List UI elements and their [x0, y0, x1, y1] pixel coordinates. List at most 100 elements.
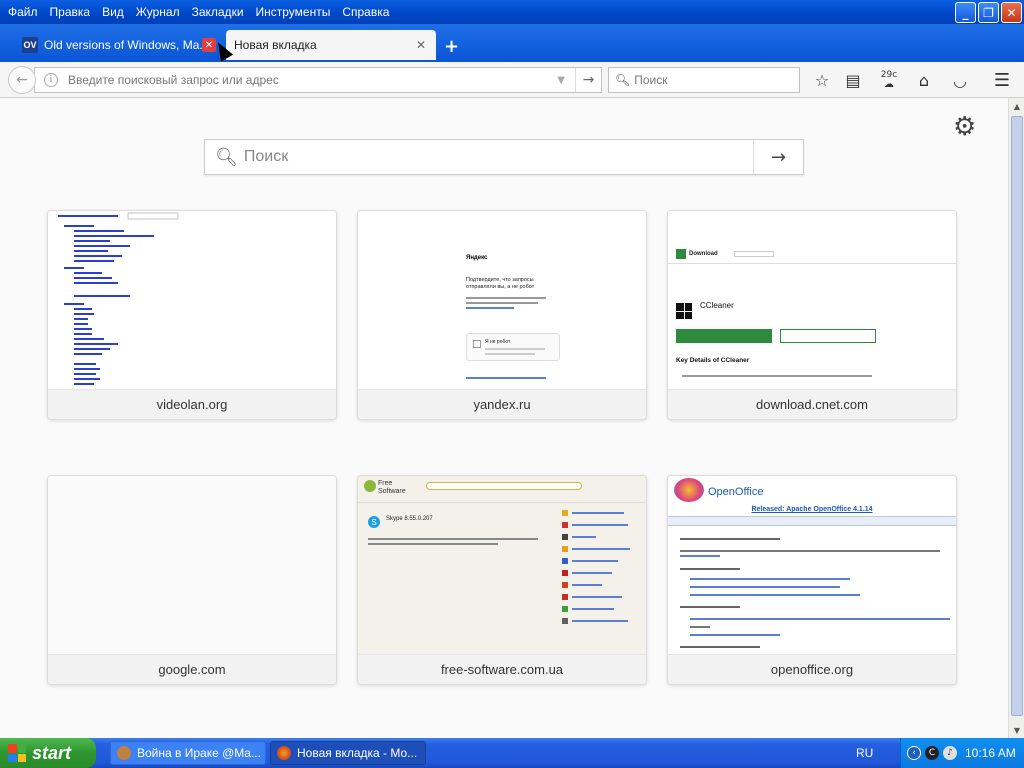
oldversion-favicon-icon: OV	[22, 37, 38, 53]
tile-thumbnail: Free Software S Skype 8.55.0.207	[358, 476, 646, 654]
url-input[interactable]	[68, 73, 548, 87]
go-arrow-icon[interactable]: →	[575, 68, 601, 92]
openoffice-headline: Released: Apache OpenOffice 4.1.14	[751, 506, 873, 513]
scrollbar-thumb[interactable]	[1011, 116, 1023, 716]
taskbar-item-iraq-war[interactable]: Война в Ираке @Ma...	[110, 741, 266, 765]
windows-flag-icon	[8, 744, 26, 762]
minimize-button[interactable]: _	[955, 2, 976, 23]
openoffice-balloons-icon	[674, 478, 704, 502]
tile-openoffice[interactable]: OpenOffice Released: Apache OpenOffice 4…	[667, 475, 957, 685]
title-bar: Файл Правка Вид Журнал Закладки Инструме…	[0, 0, 1024, 24]
bookmarks-library-icon[interactable]: ▤	[841, 68, 865, 92]
taskbar-item-title: Новая вкладка - Мо...	[297, 746, 418, 760]
tile-label: google.com	[48, 654, 336, 684]
page-search-box[interactable]: 🔍︎ →	[204, 139, 804, 175]
taskbar-item-new-tab[interactable]: Новая вкладка - Мо...	[270, 741, 426, 765]
dropdown-arrow-icon[interactable]: ▼	[557, 75, 565, 86]
yandex-text-lines	[466, 297, 546, 313]
language-indicator[interactable]: RU	[856, 746, 873, 760]
scroll-down-arrow-icon[interactable]: ▼	[1010, 723, 1024, 737]
cloud-icon: ☁	[884, 79, 894, 90]
menu-edit[interactable]: Правка	[44, 1, 97, 23]
taskbar: start Война в Ираке @Ma... Новая вкладка…	[0, 738, 1024, 768]
captcha-checkbox	[473, 340, 481, 348]
app-icon	[117, 746, 131, 760]
yandex-captcha-message: Подтвердите, что запросы отправляли вы, …	[466, 277, 535, 290]
videolan-thumbnail-graphic	[58, 212, 179, 385]
skype-version: Skype 8.55.0.207	[386, 516, 433, 522]
tab-title: Новая вкладка	[234, 38, 317, 52]
search-submit-arrow-icon[interactable]: →	[753, 140, 803, 174]
tile-google[interactable]: google.com	[47, 475, 337, 685]
new-tab-button[interactable]: +	[444, 36, 459, 57]
new-tab-page: ⚙ 🔍︎ →	[0, 98, 1008, 738]
free-software-sidebar	[560, 504, 642, 634]
captcha-label: Я не робот	[485, 339, 511, 345]
close-tab-icon[interactable]: ✕	[414, 38, 428, 52]
free-software-brand: Free Software	[378, 480, 406, 495]
tile-videolan[interactable]: videolan.org	[47, 210, 337, 420]
menu-view[interactable]: Вид	[96, 1, 130, 23]
tile-thumbnail: Яндекс Подтвердите, что запросы отправля…	[358, 211, 646, 389]
hamburger-menu-icon[interactable]: ☰	[990, 68, 1014, 92]
close-window-button[interactable]: ✕	[1001, 2, 1022, 23]
free-software-logo-icon	[364, 480, 376, 492]
taskbar-item-title: Война в Ираке @Ma...	[137, 746, 261, 760]
page-search-input[interactable]	[243, 148, 753, 166]
start-button[interactable]: start	[0, 738, 96, 768]
tile-thumbnail	[48, 211, 336, 389]
firefox-icon	[277, 746, 291, 760]
windows-logo-icon	[676, 303, 692, 319]
clock: 10:16 AM	[965, 746, 1016, 760]
search-icon: 🔍︎	[215, 146, 238, 168]
system-tray: ‹ C ♪ 10:16 AM	[900, 738, 1024, 768]
start-label: start	[32, 742, 72, 763]
menu-file[interactable]: Файл	[2, 1, 44, 23]
tab-strip: OV Old versions of Windows, Ma... ✕ Нова…	[0, 24, 1024, 62]
bookmark-star-icon[interactable]: ☆	[810, 68, 834, 92]
url-bar[interactable]: i ▼ →	[34, 67, 602, 93]
tile-label: openoffice.org	[668, 654, 956, 684]
search-icon: 🔍︎	[615, 73, 631, 87]
tab-title: Old versions of Windows, Ma...	[44, 38, 202, 52]
tile-label: videolan.org	[48, 389, 336, 419]
pocket-icon[interactable]: ◡	[948, 68, 972, 92]
home-icon[interactable]: ⌂	[912, 68, 936, 92]
tile-cnet[interactable]: Download CCleaner Key Details of CCleane…	[667, 210, 957, 420]
menu-bookmarks[interactable]: Закладки	[186, 1, 250, 23]
cnet-key-details: Key Details of CCleaner	[676, 357, 750, 364]
tile-thumbnail: OpenOffice Released: Apache OpenOffice 4…	[668, 476, 956, 654]
skype-icon: S	[368, 516, 380, 528]
menu-bar: Файл Правка Вид Журнал Закладки Инструме…	[0, 1, 395, 23]
volume-icon[interactable]: ♪	[943, 746, 957, 760]
yandex-captcha-box: Я не робот	[466, 333, 560, 361]
menu-tools[interactable]: Инструменты	[250, 1, 337, 23]
tile-label: free-software.com.ua	[358, 654, 646, 684]
tile-label: yandex.ru	[358, 389, 646, 419]
back-button[interactable]: ←	[8, 66, 36, 94]
tab-old-versions[interactable]: OV Old versions of Windows, Ma... ✕	[14, 30, 224, 60]
tile-thumbnail: Download CCleaner Key Details of CCleane…	[668, 211, 956, 389]
restore-button[interactable]: ❐	[978, 2, 999, 23]
tab-new-tab[interactable]: Новая вкладка ✕	[226, 30, 436, 60]
cnet-download-button	[676, 329, 772, 343]
menu-help[interactable]: Справка	[336, 1, 395, 23]
menu-history[interactable]: Журнал	[130, 1, 186, 23]
vertical-scrollbar[interactable]: ▲ ▼	[1008, 98, 1024, 738]
scroll-up-arrow-icon[interactable]: ▲	[1010, 99, 1024, 113]
gear-icon[interactable]: ⚙	[953, 112, 976, 142]
cnet-product-title: CCleaner	[700, 301, 734, 310]
tray-collapse-icon[interactable]: ‹	[907, 746, 921, 760]
search-bar[interactable]: 🔍︎	[608, 67, 800, 93]
tile-thumbnail	[48, 476, 336, 654]
tray-app-icon[interactable]: C	[925, 746, 939, 760]
navigation-toolbar: i ▼ → ← 🔍︎ ☆ ▤ 29c ☁ ⌂ ◡ ☰	[0, 62, 1024, 98]
tile-free-software[interactable]: Free Software S Skype 8.55.0.207 free-so…	[357, 475, 647, 685]
tile-yandex[interactable]: Яндекс Подтвердите, что запросы отправля…	[357, 210, 647, 420]
info-icon[interactable]: i	[44, 73, 58, 87]
cnet-header: Download	[676, 247, 726, 261]
search-input[interactable]	[634, 73, 785, 87]
yandex-logo: Яндекс	[466, 255, 488, 261]
tile-label: download.cnet.com	[668, 389, 956, 419]
weather-icon[interactable]: 29c ☁	[877, 68, 901, 92]
